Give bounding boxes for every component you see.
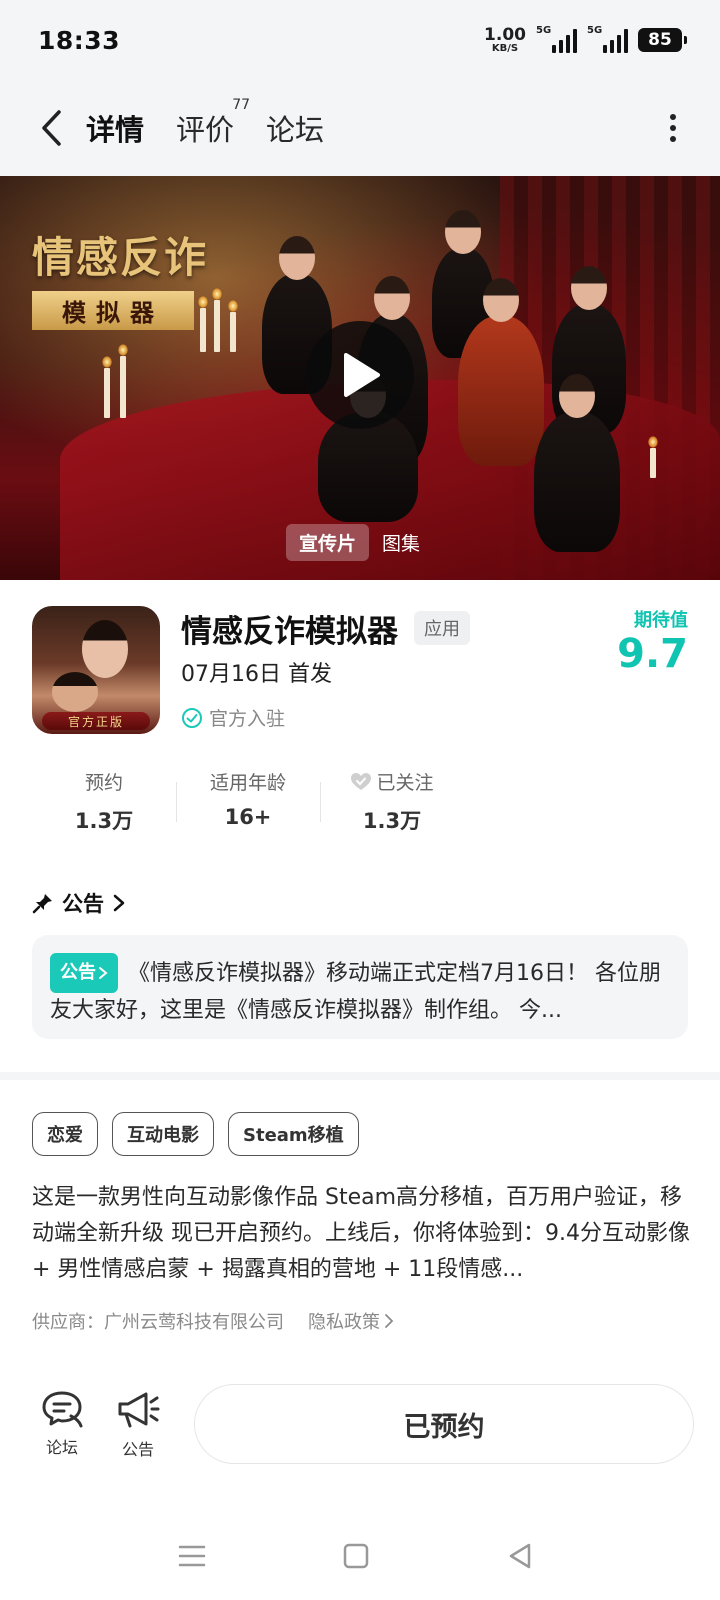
- app-description[interactable]: 这是一款男性向互动影像作品 Steam高分移植，百万用户验证，移动端全新升级 现…: [32, 1180, 692, 1288]
- media-tab-gallery[interactable]: 图集: [369, 524, 433, 561]
- chevron-right-icon: [99, 967, 108, 979]
- forum-shortcut[interactable]: 论坛: [34, 1390, 90, 1458]
- cast-figure: [458, 278, 544, 466]
- genre-tag[interactable]: 恋爱: [32, 1112, 98, 1156]
- tab-details[interactable]: 详情: [82, 107, 148, 149]
- genre-tag[interactable]: Steam移植: [228, 1112, 359, 1156]
- heart-icon: [351, 772, 372, 790]
- tab-details-label: 详情: [86, 113, 145, 147]
- genre-tags: 恋爱 互动电影 Steam移植: [32, 1112, 359, 1156]
- review-count: 77: [232, 97, 251, 113]
- back-triangle-icon[interactable]: [500, 1538, 540, 1574]
- reserved-button[interactable]: 已预约: [194, 1384, 694, 1464]
- candle-decoration: [212, 288, 222, 352]
- cast-figure: [534, 374, 620, 552]
- expectation-label: 期待值: [634, 610, 688, 631]
- tab-reviews[interactable]: 评价 77: [176, 97, 250, 149]
- notice-section-title: 公告: [62, 892, 104, 916]
- system-navigation-bar: [0, 1510, 720, 1600]
- genre-tag[interactable]: 互动电影: [112, 1112, 214, 1156]
- game-title-logo: 情感反诈 模拟器: [32, 224, 208, 330]
- expectation-score: 期待值 9.7: [617, 606, 688, 674]
- back-arrow-icon[interactable]: [32, 108, 72, 148]
- stat-reservations: 预约 1.3万: [32, 768, 176, 835]
- forum-shortcut-label: 论坛: [45, 1438, 78, 1457]
- tab-forum[interactable]: 论坛: [266, 107, 324, 149]
- media-tab-trailer[interactable]: 宣传片: [286, 524, 370, 561]
- stat-label-followed: 已关注: [350, 768, 434, 795]
- app-icon: 官方正版: [32, 606, 160, 734]
- notice-shortcut[interactable]: 公告: [110, 1390, 166, 1460]
- app-type-badge: 应用: [414, 611, 470, 645]
- official-label: 官方入驻: [209, 708, 286, 730]
- notice-body: 公告 《情感反诈模拟器》移动端正式定档7月16日！ 各位朋友大家好，这里是《情感…: [50, 953, 670, 1025]
- sim2-network-label: 5G: [587, 25, 603, 36]
- sim1-network-label: 5G: [536, 25, 552, 36]
- status-bar: 18:33 1.00 KB/S 5G 5G 85: [0, 0, 720, 80]
- privacy-policy-label: 隐私政策: [308, 1312, 380, 1333]
- network-speed: 1.00 KB/S: [484, 24, 526, 54]
- candle-decoration: [102, 356, 112, 418]
- more-vertical-icon[interactable]: [658, 108, 688, 148]
- stat-label: 预约: [84, 772, 123, 794]
- chevron-right-icon: [113, 894, 125, 912]
- battery-icon: 85: [638, 28, 687, 52]
- pin-icon: [32, 894, 52, 914]
- chevron-right-icon: [385, 1314, 394, 1328]
- network-speed-unit: KB/S: [491, 42, 519, 54]
- app-name: 情感反诈模拟器: [181, 614, 398, 650]
- official-verified: 官方入驻: [181, 704, 285, 731]
- stat-value: 1.3万: [74, 809, 134, 833]
- app-icon-badge: 官方正版: [42, 712, 150, 730]
- stat-age-rating: 适用年龄 16+: [176, 768, 320, 835]
- play-icon: [344, 353, 380, 397]
- signal-sim1-icon: 5G: [536, 25, 577, 53]
- followed-label: 已关注: [376, 772, 434, 794]
- notice-tag: 公告: [50, 953, 118, 993]
- logo-line2: 模拟器: [32, 291, 194, 330]
- notice-card[interactable]: 公告 《情感反诈模拟器》移动端正式定档7月16日！ 各位朋友大家好，这里是《情感…: [32, 935, 688, 1039]
- tab-reviews-label: 评价: [176, 113, 235, 147]
- notice-section-header[interactable]: 公告: [32, 888, 126, 918]
- signal-sim2-icon: 5G: [587, 25, 628, 53]
- cast-figure: [318, 374, 418, 522]
- battery-level: 85: [648, 30, 672, 50]
- stats-row: 预约 1.3万 适用年龄 16+ 已关注 1.3万: [32, 768, 464, 835]
- candle-decoration: [118, 344, 128, 418]
- tab-forum-label: 论坛: [266, 113, 325, 147]
- status-icons: 1.00 KB/S 5G 5G 85: [484, 24, 687, 54]
- supplier-text: 供应商：广州云莺科技有限公司: [32, 1312, 284, 1333]
- release-date: 07月16日 首发: [181, 662, 332, 687]
- network-speed-value: 1.00: [484, 24, 526, 45]
- hero-video-banner[interactable]: 情感反诈 模拟器 宣传片 图集: [0, 176, 720, 580]
- notice-tag-label: 公告: [60, 962, 96, 983]
- section-divider: [0, 1072, 720, 1080]
- supplier-row: 供应商：广州云莺科技有限公司 隐私政策: [32, 1308, 394, 1334]
- status-time: 18:33: [38, 25, 121, 55]
- logo-line1: 情感反诈: [32, 233, 209, 282]
- check-circle-icon: [182, 707, 202, 728]
- menu-lines-icon[interactable]: [172, 1538, 212, 1574]
- play-button[interactable]: [306, 321, 414, 429]
- stat-value: 1.3万: [362, 809, 422, 833]
- candle-decoration: [648, 436, 658, 478]
- candle-decoration: [228, 300, 238, 352]
- privacy-policy-link[interactable]: 隐私政策: [308, 1308, 394, 1334]
- home-square-icon[interactable]: [336, 1538, 376, 1574]
- notice-text: 《情感反诈模拟器》移动端正式定档7月16日！ 各位朋友大家好，这里是《情感反诈模…: [50, 961, 661, 1023]
- bottom-action-bar: 论坛 公告 已预约: [0, 1380, 720, 1490]
- megaphone-icon: [118, 1392, 160, 1428]
- forum-chat-icon: [42, 1391, 83, 1428]
- stat-followed[interactable]: 已关注 1.3万: [320, 768, 464, 835]
- stat-label: 适用年龄: [209, 772, 286, 794]
- notice-shortcut-label: 公告: [121, 1440, 154, 1459]
- expectation-value: 9.7: [617, 631, 688, 677]
- media-switch: 宣传片 图集: [286, 524, 433, 561]
- top-nav-bar: 详情 评价 77 论坛: [0, 80, 720, 176]
- stat-value: 16+: [224, 805, 272, 829]
